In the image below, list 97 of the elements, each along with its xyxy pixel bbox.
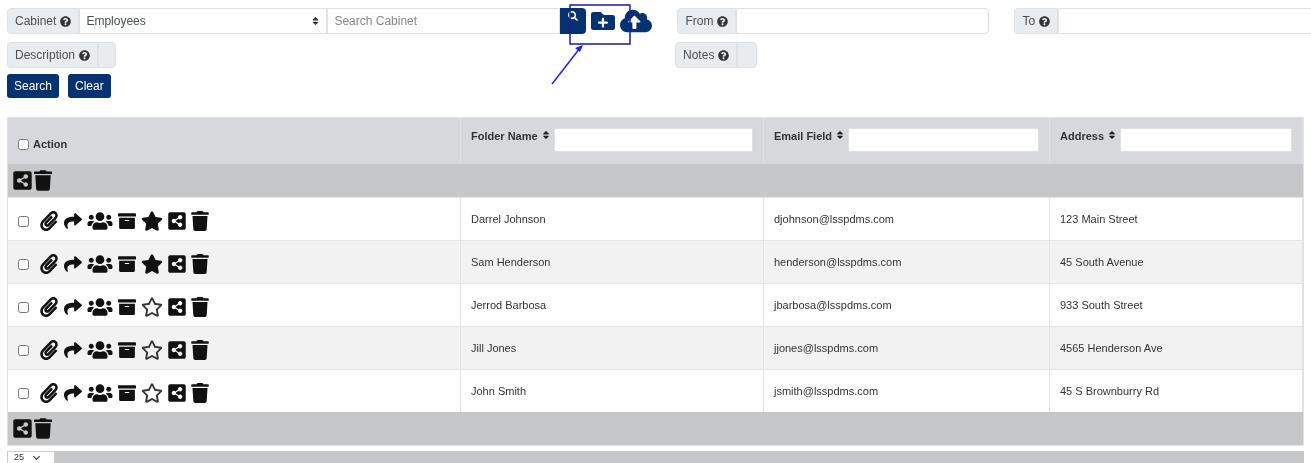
sort-icon[interactable]	[541, 130, 550, 140]
select-all-checkbox[interactable]	[18, 138, 29, 150]
to-field[interactable]	[1058, 8, 1311, 34]
users-icon[interactable]	[87, 340, 113, 360]
users-icon[interactable]	[87, 211, 113, 231]
star-icon[interactable]	[141, 340, 163, 360]
trash-icon[interactable]	[34, 170, 52, 191]
column-header[interactable]: Address	[1060, 128, 1105, 145]
forward-arrow-icon[interactable]	[63, 255, 83, 273]
search-button[interactable]	[560, 8, 587, 34]
archive-icon[interactable]	[117, 341, 137, 359]
row-checkbox[interactable]	[18, 387, 29, 399]
share-icon[interactable]	[167, 340, 187, 360]
from-field[interactable]	[736, 8, 990, 34]
archive-icon[interactable]	[117, 255, 137, 273]
column-filter-field[interactable]	[553, 128, 753, 152]
forward-arrow-icon[interactable]	[63, 341, 83, 359]
trash-icon[interactable]	[191, 254, 209, 274]
table-cell-text: Jerrod Barbosa	[471, 297, 547, 313]
field-label: From	[677, 8, 737, 34]
table-cell-text: 123 Main Street	[1060, 211, 1138, 227]
cloud-upload-icon	[620, 7, 653, 35]
row-checkbox[interactable]	[18, 301, 29, 313]
forward-arrow-icon[interactable]	[63, 298, 83, 316]
trash-icon[interactable]	[34, 418, 52, 439]
trash-icon[interactable]	[191, 211, 209, 231]
table-cell-text: jsmith@lsspdms.com	[774, 383, 879, 399]
sort-icon[interactable]	[836, 130, 845, 140]
table-cell-text: Jill Jones	[471, 340, 517, 356]
trash-icon[interactable]	[191, 340, 209, 360]
column-header[interactable]: Folder Name	[471, 128, 538, 145]
field-label: Notes	[675, 42, 738, 68]
help-icon[interactable]	[1039, 15, 1051, 27]
highlight-frame	[569, 4, 631, 45]
paperclip-icon[interactable]	[39, 340, 59, 360]
field-label: To	[1014, 8, 1059, 34]
table-cell-text: Darrel Johnson	[471, 211, 546, 227]
share-icon[interactable]	[12, 170, 33, 191]
column-header: Action	[33, 136, 68, 152]
trash-icon[interactable]	[191, 297, 209, 317]
table-cell-text: John Smith	[471, 383, 527, 399]
paperclip-icon[interactable]	[39, 254, 59, 274]
users-icon[interactable]	[87, 254, 113, 274]
table-cell-text: 45 S Brownburry Rd	[1060, 383, 1160, 399]
search-submit-button[interactable]: Search	[7, 74, 60, 98]
share-icon[interactable]	[167, 254, 187, 274]
sort-icon	[311, 16, 321, 26]
notes-field[interactable]	[737, 42, 758, 68]
help-icon[interactable]	[60, 15, 72, 27]
row-checkbox[interactable]	[18, 215, 29, 227]
column-filter-field[interactable]	[848, 128, 1039, 152]
table-cell-text: Sam Henderson	[471, 254, 551, 270]
users-icon[interactable]	[87, 383, 113, 403]
field-label: Cabinet	[7, 8, 80, 34]
page-size-select[interactable]: 25	[7, 451, 55, 463]
help-icon[interactable]	[717, 15, 729, 27]
archive-icon[interactable]	[117, 298, 137, 316]
archive-icon[interactable]	[117, 384, 137, 402]
cabinet-select[interactable]: Employees	[79, 8, 328, 34]
row-checkbox[interactable]	[18, 344, 29, 356]
share-icon[interactable]	[167, 211, 187, 231]
cloud-upload-button[interactable]	[620, 8, 653, 34]
table-cell-text: henderson@lsspdms.com	[774, 254, 902, 270]
table-cell-text: djohnson@lsspdms.com	[774, 211, 894, 227]
forward-arrow-icon[interactable]	[63, 212, 83, 230]
clear-button[interactable]: Clear	[68, 74, 111, 98]
forward-arrow-icon[interactable]	[63, 384, 83, 402]
paperclip-icon[interactable]	[39, 383, 59, 403]
help-icon[interactable]	[718, 49, 730, 61]
annotation-arrow	[550, 44, 586, 86]
share-icon[interactable]	[167, 383, 187, 403]
search-field[interactable]: Search Cabinet	[327, 8, 561, 34]
share-icon[interactable]	[12, 418, 33, 439]
search-icon	[568, 11, 579, 21]
sort-icon[interactable]	[1108, 130, 1117, 140]
share-icon[interactable]	[167, 297, 187, 317]
table-cell-text: jbarbosa@lsspdms.com	[774, 297, 892, 313]
column-header[interactable]: Email Field	[774, 128, 833, 145]
paperclip-icon[interactable]	[39, 211, 59, 231]
users-icon[interactable]	[87, 297, 113, 317]
table-cell-text: 4565 Henderson Ave	[1060, 340, 1163, 356]
star-icon[interactable]	[141, 211, 163, 231]
column-filter-field[interactable]	[1120, 128, 1292, 152]
archive-icon[interactable]	[117, 212, 137, 230]
star-icon[interactable]	[141, 254, 163, 274]
paperclip-icon[interactable]	[39, 297, 59, 317]
star-icon[interactable]	[141, 383, 163, 403]
folder-plus-icon	[590, 9, 617, 33]
table-cell-text: jjones@lsspdms.com	[774, 340, 879, 356]
help-icon[interactable]	[79, 49, 91, 61]
star-icon[interactable]	[141, 297, 163, 317]
table-cell-text: 45 South Avenue	[1060, 254, 1144, 270]
field-label: Description	[7, 42, 99, 68]
description-field[interactable]	[98, 42, 117, 68]
trash-icon[interactable]	[191, 383, 209, 403]
table-cell-text: 933 South Street	[1060, 297, 1143, 313]
row-checkbox[interactable]	[18, 258, 29, 270]
